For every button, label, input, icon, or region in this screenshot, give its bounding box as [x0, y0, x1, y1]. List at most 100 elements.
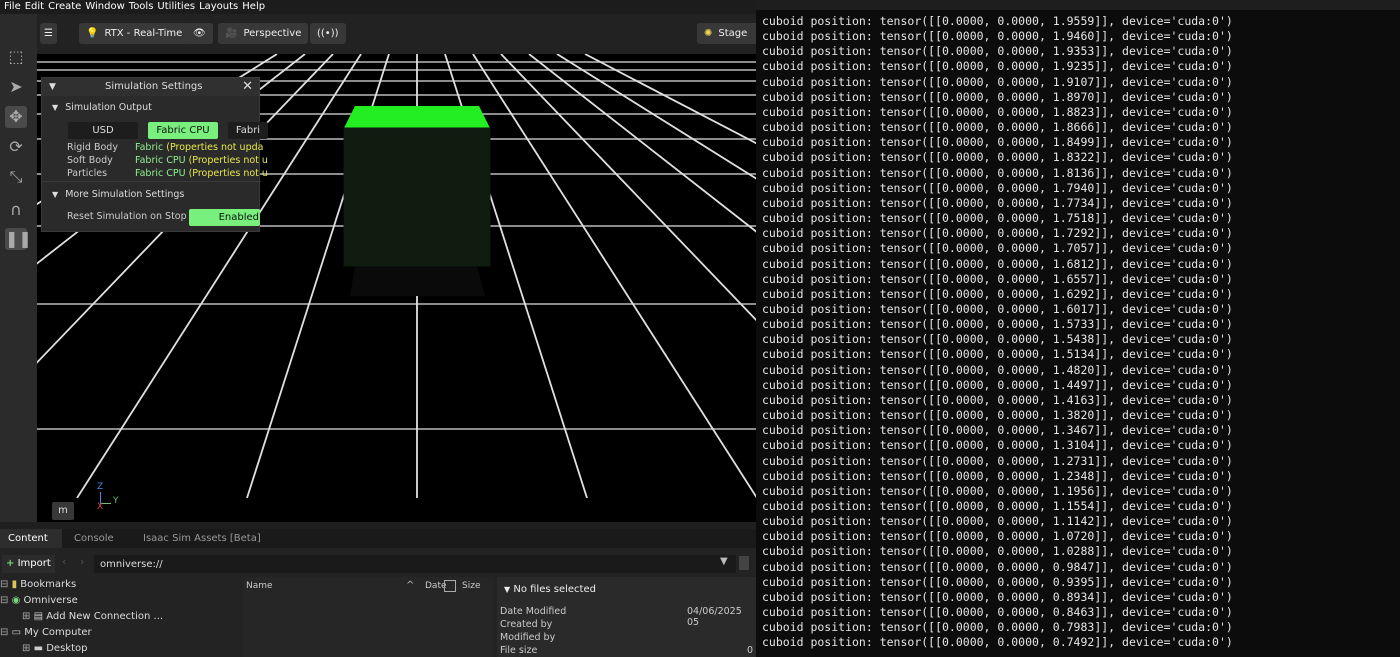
terminal-line: cuboid position: tensor([[0.0000, 0.0000… — [762, 195, 1233, 210]
terminal-line: cuboid position: tensor([[0.0000, 0.0000… — [762, 301, 1233, 316]
section-more-settings[interactable]: ▼ More Simulation Settings — [52, 189, 184, 200]
expand-icon[interactable]: ⊞ — [22, 611, 30, 622]
usd-button[interactable]: USD — [68, 122, 138, 139]
snap-magnet-icon[interactable]: ∩ — [5, 199, 27, 221]
back-arrow-icon[interactable]: ‹ — [62, 555, 66, 568]
broadcast-icon[interactable]: ((•)) — [310, 23, 346, 44]
eye-icon[interactable]: 👁 — [186, 23, 213, 44]
bookmark-icon[interactable] — [739, 556, 749, 570]
collapse-icon[interactable]: ⊟ — [0, 595, 8, 606]
move-tool-icon[interactable]: ✥ — [5, 106, 27, 128]
terminal-line: cuboid position: tensor([[0.0000, 0.0000… — [762, 14, 1233, 28]
menu-help[interactable]: Help — [242, 1, 265, 12]
green-cube[interactable] — [343, 106, 491, 267]
tree-label: Bookmarks — [20, 579, 77, 590]
menu-create[interactable]: Create — [48, 1, 81, 12]
folder-tree: ⊟ ▮ Bookmarks ⊟ ◉ Omniverse ⊞ ▤ Add New … — [0, 577, 240, 657]
column-name[interactable]: Name — [246, 581, 273, 591]
menu-tools[interactable]: Tools — [129, 1, 154, 12]
soft-body-label: Soft Body — [67, 155, 113, 166]
column-size[interactable]: Size — [462, 581, 480, 591]
panel-header: ▼ Simulation Settings ✕ — [42, 78, 259, 96]
collapse-icon[interactable]: ⊟ — [0, 627, 8, 638]
terminal-line: cuboid position: tensor([[0.0000, 0.0000… — [762, 180, 1233, 195]
tree-item-omniverse[interactable]: ⊟ ◉ Omniverse — [0, 593, 78, 609]
renderer-label: RTX - Real-Time — [104, 28, 183, 39]
tree-label: Desktop — [46, 643, 88, 654]
section-simulation-output[interactable]: ▼ Simulation Output — [52, 102, 152, 113]
terminal-line: cuboid position: tensor([[0.0000, 0.0000… — [762, 29, 1233, 44]
tab-isaac-sim-assets[interactable]: Isaac Sim Assets [Beta] — [135, 529, 269, 548]
rigid-body-value: (Properties not upda — [163, 142, 264, 153]
terminal-line: cuboid position: tensor([[0.0000, 0.0000… — [762, 317, 1233, 332]
terminal-line: cuboid position: tensor([[0.0000, 0.0000… — [762, 620, 1233, 635]
menu-utilities[interactable]: Utilities — [157, 1, 195, 12]
terminal-line: cuboid position: tensor([[0.0000, 0.0000… — [762, 377, 1233, 392]
terminal-line: cuboid position: tensor([[0.0000, 0.0000… — [762, 605, 1233, 620]
tree-item-bookmarks[interactable]: ⊟ ▮ Bookmarks — [0, 577, 76, 593]
panel-title: Simulation Settings — [105, 81, 203, 92]
terminal-line: cuboid position: tensor([[0.0000, 0.0000… — [762, 589, 1233, 604]
tree-item-desktop[interactable]: ⊞ ▬ Desktop — [22, 641, 87, 657]
tree-label: Add New Connection ... — [46, 611, 164, 622]
collapse-triangle-icon[interactable]: ▼ — [49, 78, 56, 96]
units-button[interactable]: m — [52, 502, 74, 520]
terminal-line: cuboid position: tensor([[0.0000, 0.0000… — [762, 150, 1233, 165]
import-button[interactable]: + Import — [2, 555, 55, 573]
calendar-icon[interactable] — [444, 580, 456, 592]
tab-console[interactable]: Console — [66, 529, 122, 548]
menu-window[interactable]: Window — [85, 1, 124, 12]
camera-button[interactable]: 🎥 Perspective — [218, 23, 309, 44]
collapse-triangle-icon[interactable]: ▼ — [504, 585, 510, 594]
fabric-gpu-button[interactable]: Fabri — [228, 122, 268, 139]
scale-tool-icon[interactable]: ⤡ — [5, 166, 27, 188]
terminal-line: cuboid position: tensor([[0.0000, 0.0000… — [762, 286, 1233, 301]
terminal-line: cuboid position: tensor([[0.0000, 0.0000… — [762, 120, 1233, 135]
created-by-label: Created by — [500, 619, 553, 630]
menu-edit[interactable]: Edit — [25, 1, 44, 12]
modified-by-label: Modified by — [500, 632, 556, 643]
terminal-window[interactable]: cuboid position: tensor([[0.0000, 0.0000… — [756, 0, 1400, 657]
stage-lighting-button[interactable]: ✺ Stage — [697, 23, 756, 44]
tree-item-add-connection[interactable]: ⊞ ▤ Add New Connection ... — [22, 609, 163, 625]
date-modified-label: Date Modified — [500, 606, 567, 617]
file-size-label: File size — [500, 645, 538, 656]
terminal-line: cuboid position: tensor([[0.0000, 0.0000… — [762, 226, 1233, 241]
plus-icon: + — [6, 558, 15, 569]
details-panel: ▼ No files selected Date Modified 04/06/… — [497, 577, 756, 657]
terminal-output: cuboid position: tensor([[0.0000, 0.0000… — [762, 14, 1233, 651]
server-icon: ▤ — [33, 611, 44, 622]
isaac-sim-window: File Edit Create Window Tools Utilities Layout… — [0, 0, 756, 657]
tab-content[interactable]: Content — [0, 529, 62, 548]
forward-arrow-icon[interactable]: › — [80, 555, 84, 568]
sort-caret-icon[interactable]: ^ — [406, 580, 414, 591]
menu-file[interactable]: File — [4, 1, 21, 12]
particles-row: Particles Fabric CPU (Properties not u — [67, 168, 268, 179]
expand-icon[interactable]: ⊞ — [22, 643, 30, 654]
fabric-cpu-button[interactable]: Fabric CPU — [148, 122, 218, 139]
menu-layouts[interactable]: Layouts — [199, 1, 238, 12]
terminal-line: cuboid position: tensor([[0.0000, 0.0000… — [762, 89, 1233, 104]
rotate-tool-icon[interactable]: ⟳ — [5, 136, 27, 158]
close-icon[interactable]: ✕ — [242, 78, 253, 96]
details-header: ▼ No files selected — [504, 584, 596, 595]
select-all-icon[interactable]: ⬚ — [5, 46, 27, 68]
reset-on-stop-label: Reset Simulation on Stop — [67, 211, 187, 222]
collapse-icon[interactable]: ⊟ — [0, 579, 8, 590]
tree-item-my-computer[interactable]: ⊟ ▭ My Computer — [0, 625, 92, 641]
path-input[interactable] — [94, 555, 736, 573]
content-tabs: Content Console Isaac Sim Assets [Beta] — [0, 529, 756, 548]
computer-icon: ▭ — [11, 627, 22, 638]
bulb-icon: 💡 — [86, 28, 99, 39]
terminal-line: cuboid position: tensor([[0.0000, 0.0000… — [762, 347, 1233, 362]
terminal-line: cuboid position: tensor([[0.0000, 0.0000… — [762, 332, 1233, 347]
viewport-settings-icon[interactable]: ☰ — [40, 23, 57, 44]
select-arrow-icon[interactable]: ➤ — [5, 76, 27, 98]
pause-icon[interactable]: ❚❚ — [5, 228, 32, 250]
terminal-line: cuboid position: tensor([[0.0000, 0.0000… — [762, 514, 1233, 529]
terminal-line: cuboid position: tensor([[0.0000, 0.0000… — [762, 483, 1233, 498]
renderer-button[interactable]: 💡 RTX - Real-Time — [79, 23, 190, 44]
reset-on-stop-toggle[interactable]: Enabled — [189, 209, 260, 226]
dropdown-arrow-icon[interactable]: ▼ — [720, 556, 728, 567]
terminal-line: cuboid position: tensor([[0.0000, 0.0000… — [762, 271, 1233, 286]
